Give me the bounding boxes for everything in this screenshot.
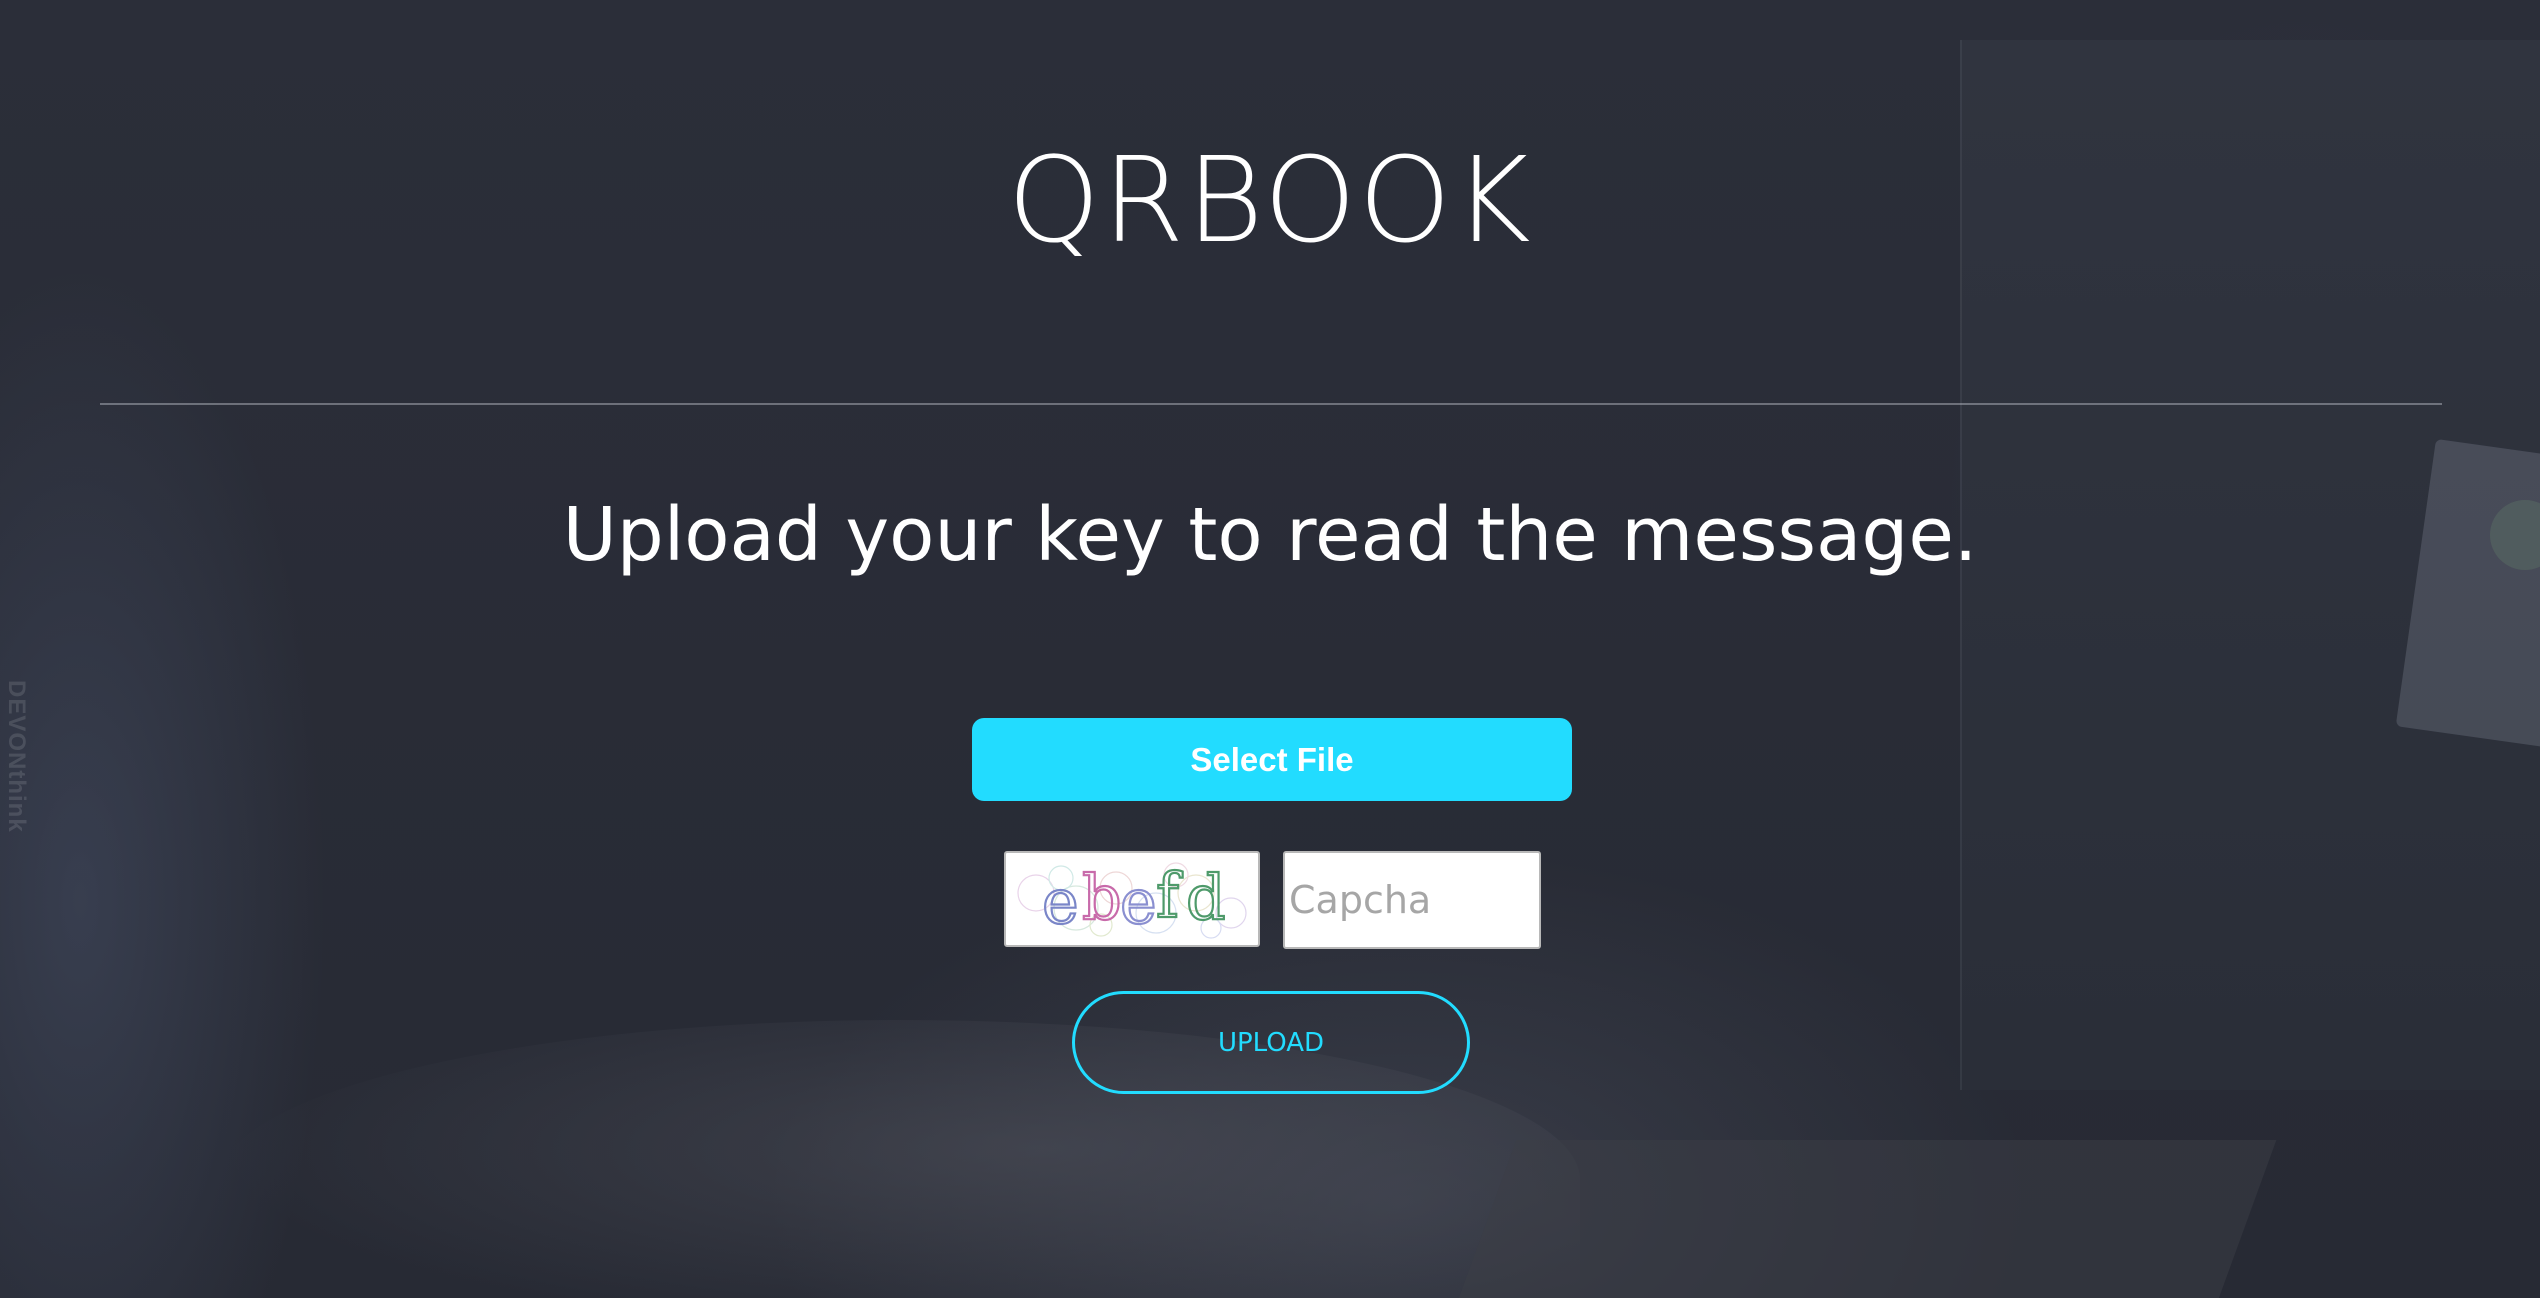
captcha-char: b bbox=[1082, 861, 1122, 934]
captcha-input[interactable] bbox=[1283, 851, 1541, 949]
main-content: QRBOOK Upload your key to read the messa… bbox=[0, 0, 2540, 1298]
page-title: QRBOOK bbox=[1007, 131, 1533, 269]
divider bbox=[100, 403, 2442, 405]
captcha-char: e bbox=[1042, 865, 1079, 938]
select-file-button[interactable]: Select File bbox=[972, 718, 1572, 801]
captcha-char: e bbox=[1120, 865, 1157, 938]
page-subtitle: Upload your key to read the message. bbox=[562, 492, 1978, 578]
captcha-graphic: e b e f d bbox=[1017, 858, 1247, 939]
captcha-char: d bbox=[1186, 861, 1226, 934]
captcha-image: e b e f d bbox=[1004, 851, 1260, 947]
captcha-char: f bbox=[1156, 859, 1183, 932]
upload-button[interactable]: UPLOAD bbox=[1072, 991, 1470, 1094]
